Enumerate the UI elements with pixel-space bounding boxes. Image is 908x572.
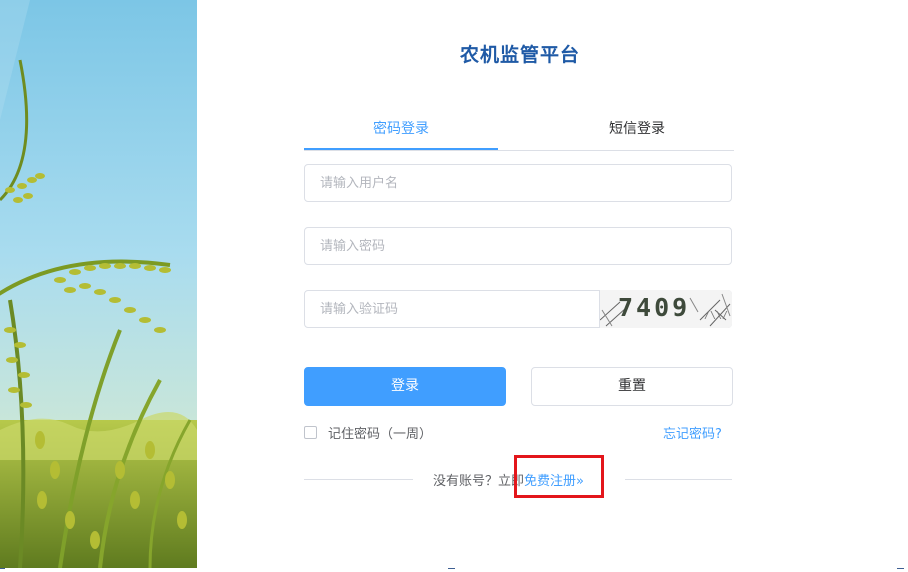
- login-panel: 农机监管平台 密码登录 短信登录 /\\/ 7409 登录 重置 记住密码（一周…: [197, 0, 904, 568]
- captcha-image[interactable]: /\\/ 7409: [599, 290, 732, 328]
- login-button[interactable]: 登录: [304, 367, 506, 406]
- tab-sms-login[interactable]: 短信登录: [540, 110, 734, 148]
- tab-password-login[interactable]: 密码登录: [304, 110, 498, 150]
- register-prompt: 没有账号？立即: [433, 474, 525, 489]
- svg-text:/\\/: /\\/: [704, 310, 728, 321]
- captcha-code: 7409: [618, 293, 691, 322]
- login-tabs: 密码登录 短信登录: [304, 110, 734, 151]
- remember-checkbox[interactable]: [304, 425, 317, 439]
- highlight-box: [514, 455, 604, 498]
- page-title: 农机监管平台: [459, 44, 580, 66]
- forgot-password-link[interactable]: 忘记密码?: [663, 423, 722, 442]
- password-input[interactable]: [304, 227, 732, 265]
- divider-left: [304, 479, 413, 480]
- rice-field-illustration: [0, 0, 197, 568]
- remember-password[interactable]: 记住密码（一周）: [304, 423, 433, 442]
- rice-field-image: [0, 0, 197, 568]
- divider-right: [625, 479, 732, 480]
- reset-button[interactable]: 重置: [531, 367, 733, 406]
- username-input[interactable]: [304, 164, 732, 202]
- remember-label: 记住密码（一周）: [328, 426, 433, 442]
